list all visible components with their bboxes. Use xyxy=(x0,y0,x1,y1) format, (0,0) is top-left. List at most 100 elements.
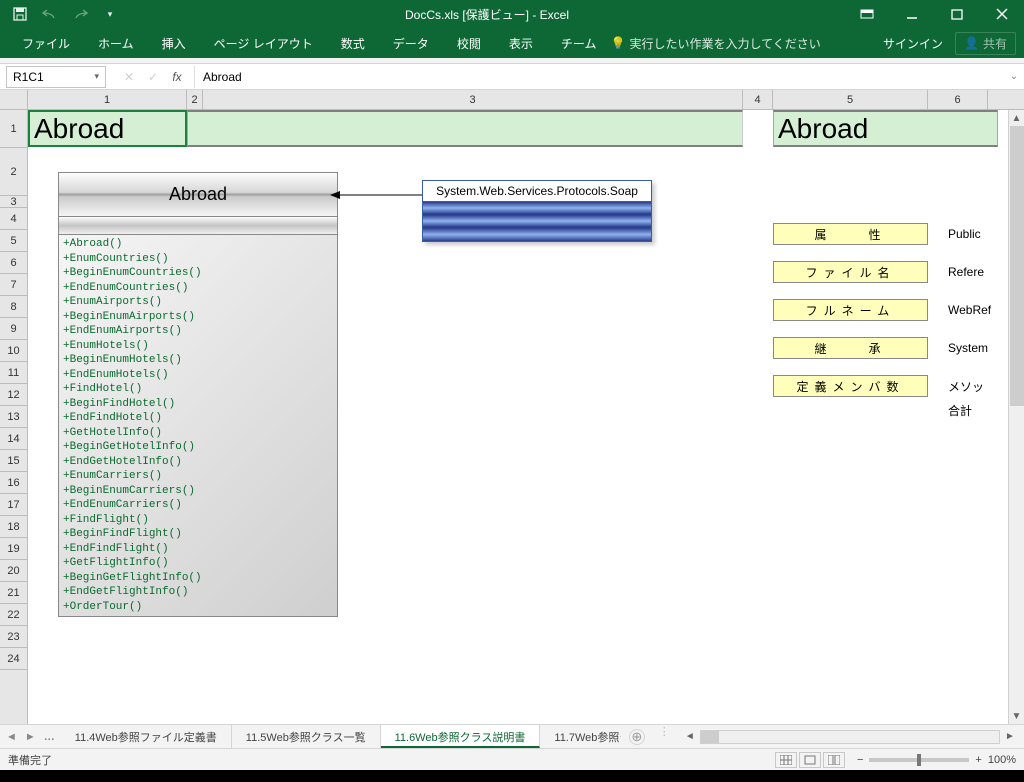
tab-insert[interactable]: 挿入 xyxy=(148,28,200,58)
property-label: ファイル名 xyxy=(773,261,928,283)
hscroll-thumb[interactable] xyxy=(701,731,719,743)
tab-home[interactable]: ホーム xyxy=(84,28,148,58)
tab-data[interactable]: データ xyxy=(379,28,443,58)
soap-protocol-box[interactable]: System.Web.Services.Protocols.Soap xyxy=(422,180,652,242)
minimize-button[interactable] xyxy=(889,0,934,28)
tellme-search[interactable]: 💡 実行したい作業を入力してください xyxy=(610,35,820,52)
quick-access-toolbar: ▾ xyxy=(0,2,130,26)
tab-view[interactable]: 表示 xyxy=(495,28,547,58)
row-header[interactable]: 24 xyxy=(0,648,27,670)
class-method: +BeginFindHotel() xyxy=(63,397,333,412)
row-header[interactable]: 13 xyxy=(0,406,27,428)
ribbon-display-icon[interactable] xyxy=(844,0,889,28)
sheet-tab[interactable]: 11.6Web参照クラス説明書 xyxy=(381,725,541,748)
fx-icon[interactable]: fx xyxy=(168,70,186,84)
row-header[interactable]: 17 xyxy=(0,494,27,516)
class-method: +OrderTour() xyxy=(63,600,333,615)
view-pagelayout-icon[interactable] xyxy=(799,752,821,768)
row-header[interactable]: 6 xyxy=(0,252,27,274)
class-method: +BeginGetHotelInfo() xyxy=(63,440,333,455)
formula-input[interactable]: Abroad xyxy=(194,66,1004,88)
row-header[interactable]: 20 xyxy=(0,560,27,582)
scroll-thumb[interactable] xyxy=(1010,126,1024,406)
row-header[interactable]: 21 xyxy=(0,582,27,604)
class-method: +BeginEnumAirports() xyxy=(63,310,333,325)
col-header[interactable]: 3 xyxy=(203,90,743,109)
cell-r1c5[interactable]: Abroad xyxy=(773,110,998,147)
view-normal-icon[interactable] xyxy=(775,752,797,768)
row-header[interactable]: 12 xyxy=(0,384,27,406)
view-pagebreak-icon[interactable] xyxy=(823,752,845,768)
row-header[interactable]: 1 xyxy=(0,110,27,148)
enter-icon[interactable]: ✓ xyxy=(144,70,162,84)
qat-customize[interactable]: ▾ xyxy=(96,2,124,26)
zoom-slider[interactable] xyxy=(869,758,969,762)
zoom-control[interactable]: − + 100% xyxy=(857,754,1016,766)
signin-link[interactable]: サインイン xyxy=(871,35,955,52)
redo-button[interactable] xyxy=(66,2,94,26)
row-header[interactable]: 15 xyxy=(0,450,27,472)
row-header[interactable]: 14 xyxy=(0,428,27,450)
undo-button[interactable] xyxy=(36,2,64,26)
cell-r1c3[interactable] xyxy=(187,110,743,147)
tab-pagelayout[interactable]: ページ レイアウト xyxy=(200,28,327,58)
horizontal-scrollbar[interactable]: ◄ ► xyxy=(676,725,1024,748)
extra-total-label: 合計 xyxy=(948,399,972,421)
tab-file[interactable]: ファイル xyxy=(8,28,84,58)
chevron-down-icon[interactable]: ▾ xyxy=(94,71,99,82)
zoom-in-icon[interactable]: + xyxy=(975,754,981,766)
col-header[interactable]: 1 xyxy=(28,90,187,109)
row-header[interactable]: 9 xyxy=(0,318,27,340)
row-header[interactable]: 7 xyxy=(0,274,27,296)
class-method: +FindHotel() xyxy=(63,382,333,397)
col-header[interactable]: 2 xyxy=(187,90,203,109)
col-header[interactable]: 5 xyxy=(773,90,928,109)
row-header[interactable]: 8 xyxy=(0,296,27,318)
col-header[interactable]: 4 xyxy=(743,90,773,109)
row-header[interactable]: 2 xyxy=(0,148,27,196)
scroll-right-icon[interactable]: ► xyxy=(1002,731,1018,742)
zoom-value[interactable]: 100% xyxy=(988,754,1016,766)
col-header[interactable]: 6 xyxy=(928,90,988,109)
maximize-button[interactable] xyxy=(934,0,979,28)
cell-r1c1[interactable]: Abroad xyxy=(28,110,187,147)
row-header[interactable]: 22 xyxy=(0,604,27,626)
select-all[interactable] xyxy=(0,90,28,109)
sheet-nav-next[interactable]: ► xyxy=(25,731,36,743)
row-header[interactable]: 23 xyxy=(0,626,27,648)
sheet-nav-prev[interactable]: ◄ xyxy=(6,731,17,743)
scroll-up-icon[interactable]: ▲ xyxy=(1009,110,1024,126)
tab-formulas[interactable]: 数式 xyxy=(327,28,379,58)
property-value: System xyxy=(948,337,988,359)
tab-review[interactable]: 校閲 xyxy=(443,28,495,58)
cancel-icon[interactable]: ✕ xyxy=(120,70,138,84)
row-header[interactable]: 5 xyxy=(0,230,27,252)
grid-area: 123456789101112131415161718192021222324 … xyxy=(0,110,1024,724)
row-header[interactable]: 4 xyxy=(0,208,27,230)
class-diagram[interactable]: Abroad +Abroad()+EnumCountries()+BeginEn… xyxy=(58,172,338,617)
row-header[interactable]: 16 xyxy=(0,472,27,494)
add-sheet-button[interactable]: ⊕ xyxy=(629,729,645,745)
row-header[interactable]: 19 xyxy=(0,538,27,560)
class-method: +EnumAirports() xyxy=(63,295,333,310)
row-header[interactable]: 3 xyxy=(0,196,27,208)
expand-formula-icon[interactable]: ⌄ xyxy=(1004,71,1024,82)
sheet-tab[interactable]: 11.5Web参照クラス一覧 xyxy=(232,725,381,748)
vertical-scrollbar[interactable]: ▲ ▼ xyxy=(1008,110,1024,724)
row-header[interactable]: 10 xyxy=(0,340,27,362)
tab-team[interactable]: チーム xyxy=(547,28,611,58)
zoom-out-icon[interactable]: − xyxy=(857,754,863,766)
row-header[interactable]: 18 xyxy=(0,516,27,538)
scroll-down-icon[interactable]: ▼ xyxy=(1009,708,1024,724)
name-box[interactable]: R1C1 ▾ xyxy=(6,66,106,88)
save-button[interactable] xyxy=(6,2,34,26)
scroll-left-icon[interactable]: ◄ xyxy=(682,731,698,742)
class-method: +EnumCarriers() xyxy=(63,469,333,484)
share-button[interactable]: 👤 共有 xyxy=(955,32,1016,55)
sheet-nav-more[interactable]: … xyxy=(44,731,55,743)
close-button[interactable] xyxy=(979,0,1024,28)
row-header[interactable]: 11 xyxy=(0,362,27,384)
cells[interactable]: Abroad Abroad Abroad +Abroad()+EnumCount… xyxy=(28,110,1024,724)
sheet-tab[interactable]: 11.7Web参照クラス定義… xyxy=(540,725,620,748)
sheet-tab[interactable]: 11.4Web参照ファイル定義書 xyxy=(61,725,232,748)
